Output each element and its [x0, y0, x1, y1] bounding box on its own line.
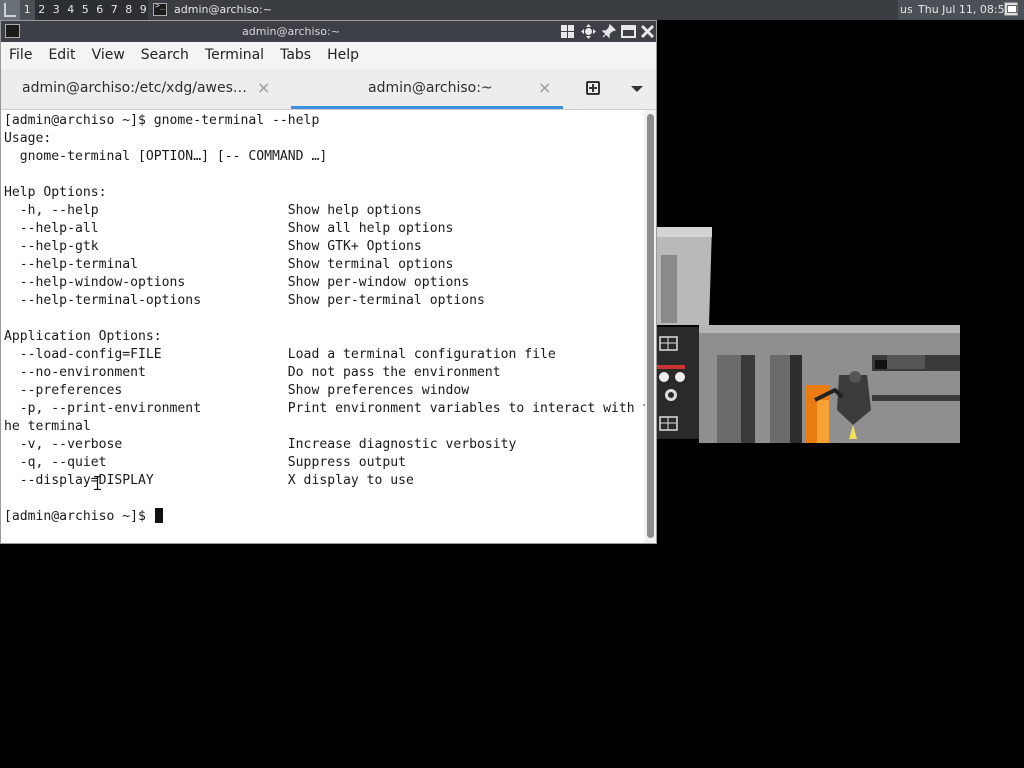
terminal-window: admin@archiso:~ File Edit View Search Te…	[0, 20, 657, 544]
launcher-menu-icon[interactable]	[0, 0, 20, 20]
tab-home[interactable]: admin@archiso:~ ×	[291, 69, 563, 109]
tab-etc-xdg-awesome[interactable]: admin@archiso:/etc/xdg/awes… ×	[1, 69, 291, 109]
menu-view[interactable]: View	[84, 42, 133, 69]
tab-label: admin@archiso:~	[368, 80, 493, 96]
sticky-pin-icon[interactable]	[601, 24, 616, 39]
terminal-text: [admin@archiso ~]$ gnome-terminal --help…	[4, 113, 650, 524]
workspace-tag-7[interactable]: 7	[107, 0, 122, 20]
workspace-tag-5[interactable]: 5	[78, 0, 93, 20]
workspace-tag-3[interactable]: 3	[49, 0, 64, 20]
active-tab-indicator	[291, 106, 563, 109]
workspace-tag-2[interactable]: 2	[35, 0, 50, 20]
tab-bar: admin@archiso:/etc/xdg/awes… × admin@arc…	[1, 69, 656, 110]
terminal-output[interactable]: [admin@archiso ~]$ gnome-terminal --help…	[1, 110, 650, 543]
close-icon[interactable]	[640, 24, 655, 39]
plus-icon	[586, 81, 600, 95]
clock[interactable]: Thu Jul 11, 08:57	[918, 0, 1012, 20]
move-icon[interactable]	[581, 24, 596, 39]
workspace-tags: 1 2 3 4 5 6 7 8 9	[20, 0, 151, 20]
tab-close-button[interactable]: ×	[257, 69, 270, 107]
workspace-tag-6[interactable]: 6	[93, 0, 108, 20]
workspace-tag-1[interactable]: 1	[20, 0, 35, 20]
keyboard-layout-indicator[interactable]: us	[900, 0, 913, 20]
scrollbar-thumb[interactable]	[647, 114, 654, 538]
desktop-wallpaper-logo	[657, 227, 960, 443]
menu-help[interactable]: Help	[319, 42, 367, 69]
tab-label: admin@archiso:/etc/xdg/awes…	[22, 80, 247, 96]
maximize-icon[interactable]	[621, 24, 636, 39]
workspace-tag-8[interactable]: 8	[122, 0, 137, 20]
top-panel: 1 2 3 4 5 6 7 8 9 admin@archiso:~ us Thu…	[0, 0, 1024, 20]
menu-terminal[interactable]: Terminal	[197, 42, 272, 69]
tab-menu-button[interactable]	[623, 77, 649, 101]
terminal-scrollbar[interactable]	[645, 110, 656, 543]
tasklist-item-terminal[interactable]: admin@archiso:~	[148, 0, 898, 20]
workspace-tag-4[interactable]: 4	[64, 0, 79, 20]
chevron-down-icon	[631, 86, 643, 92]
window-title: admin@archiso:~	[242, 25, 340, 38]
menu-search[interactable]: Search	[133, 42, 197, 69]
menu-file[interactable]: File	[1, 42, 40, 69]
terminal-icon	[153, 1, 167, 16]
menu-edit[interactable]: Edit	[40, 42, 83, 69]
window-titlebar[interactable]: admin@archiso:~	[1, 21, 656, 42]
mouse-ibeam-cursor-icon	[94, 476, 101, 490]
tab-close-button[interactable]: ×	[538, 69, 551, 107]
tasklist-label: admin@archiso:~	[174, 3, 272, 16]
layout-indicator-icon[interactable]	[1004, 2, 1018, 16]
new-tab-button[interactable]	[577, 77, 613, 101]
menu-tabs[interactable]: Tabs	[272, 42, 319, 69]
menu-bar: File Edit View Search Terminal Tabs Help	[1, 42, 656, 69]
floating-layout-icon[interactable]	[560, 24, 575, 39]
text-cursor	[155, 508, 163, 523]
